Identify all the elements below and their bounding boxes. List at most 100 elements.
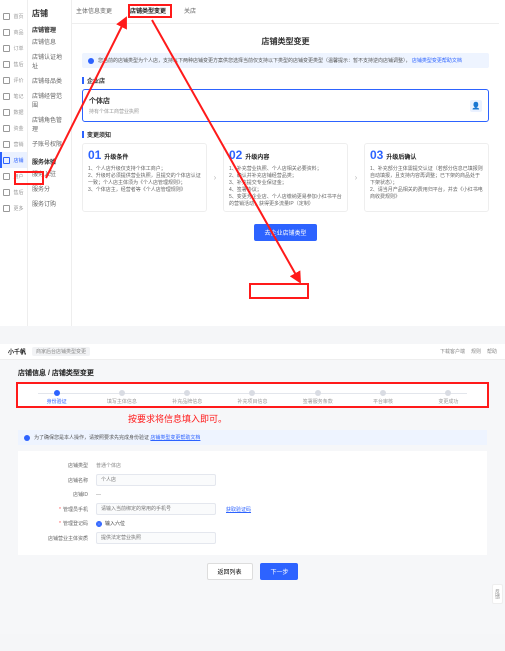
topbar-link[interactable]: 下载客户端 xyxy=(440,348,465,355)
topbar-link[interactable]: 规则 xyxy=(471,348,481,355)
sms-code-label: 管理登记码 xyxy=(18,520,96,527)
tab-2[interactable]: 关店 xyxy=(180,6,200,19)
chevron-right-icon: › xyxy=(352,143,360,212)
submenu-item[interactable]: 店铺认证地址 xyxy=(32,49,67,73)
fund-icon xyxy=(3,125,10,132)
stepper-step-4[interactable]: 签署服务条款 xyxy=(285,390,350,405)
left-rail: 首页商品订单售后评价笔记数据资金营销店铺用户售后更多 xyxy=(0,0,28,326)
order-icon xyxy=(3,45,10,52)
customer-icon xyxy=(3,173,10,180)
rail-item-store[interactable]: 店铺 xyxy=(0,152,27,168)
data-icon xyxy=(3,109,10,116)
license-input[interactable] xyxy=(96,532,216,544)
tabs: 主体信息变更店铺类型变更关店 xyxy=(72,0,499,24)
owner-phone-label: 管理员手机 xyxy=(18,506,96,513)
store-id-label: 店铺ID xyxy=(18,491,96,498)
section-enterprise: 企业店 xyxy=(82,76,489,85)
rail-item-comment[interactable]: 评价 xyxy=(0,72,27,88)
anno-caption: 按要求将信息填入即可。 xyxy=(128,412,227,425)
type-card-name: 个体店 xyxy=(89,96,482,106)
step-card-03: 03升级后确认1、补充部分主体需提交认证（若部分信息已填报则自动填报，且支持内容… xyxy=(364,143,489,212)
tab-0[interactable]: 主体信息变更 xyxy=(72,6,116,19)
submenu-group-2: 服务体验 xyxy=(32,157,67,166)
stepper-step-0[interactable]: 身份验证 xyxy=(24,390,89,405)
rail-item-data[interactable]: 数据 xyxy=(0,104,27,120)
bottom-screenshot: 小千帆 商家后台店铺类型变更 下载客户端规则帮助 店铺信息 / 店铺类型变更 身… xyxy=(0,344,505,634)
rail-item-after[interactable]: 售后 xyxy=(0,56,27,72)
step-card-01: 01升级条件1、个人店升级仅支持个体工商户； 2、升级时必须提供营业执照，且提交… xyxy=(82,143,207,212)
goods-icon xyxy=(3,29,10,36)
alert-text: 您当前的店铺类型为个人店，支持以下两种店铺变更方案供您选择当前仅支持以下类型的店… xyxy=(98,58,411,64)
back-button[interactable]: 返回列表 xyxy=(207,563,253,580)
submenu-item[interactable]: 店铺角色管理 xyxy=(32,112,67,136)
left-submenu: 店铺 店铺管理 店铺信息店铺认证地址店铺母品类店铺经营范围店铺角色管理子账号权限… xyxy=(28,0,72,326)
rail-item-note[interactable]: 笔记 xyxy=(0,88,27,104)
verify-alert: 为了确保您是本人操作，请按照要求先完成身份验证 店铺类型变更帮助文档 xyxy=(18,430,487,445)
service-icon xyxy=(3,189,10,196)
alert-help-link[interactable]: 店铺类型变更帮助文档 xyxy=(412,58,462,64)
stepper-step-3[interactable]: 补充项目信息 xyxy=(220,390,285,405)
tab-1[interactable]: 店铺类型变更 xyxy=(126,6,170,19)
topbar-crumb[interactable]: 商家后台店铺类型变更 xyxy=(32,347,90,356)
rail-item-order[interactable]: 订单 xyxy=(0,40,27,56)
store-icon xyxy=(3,157,10,164)
rail-item-goods[interactable]: 商品 xyxy=(0,24,27,40)
submenu-item[interactable]: 店铺信息 xyxy=(32,34,67,49)
next-button[interactable]: 下一步 xyxy=(260,563,298,580)
rail-item-customer[interactable]: 用户 xyxy=(0,168,27,184)
submenu-title: 店铺 xyxy=(32,8,67,19)
store-name-input[interactable] xyxy=(96,474,216,486)
feedback-tab[interactable]: 反馈 xyxy=(492,584,503,604)
stepper-step-2[interactable]: 补充品牌信息 xyxy=(155,390,220,405)
submenu-item[interactable]: 店铺母品类 xyxy=(32,73,67,88)
info-icon xyxy=(24,435,30,441)
rail-item-more[interactable]: 更多 xyxy=(0,200,27,216)
stepper-step-5[interactable]: 平台审核 xyxy=(350,390,415,405)
main-area: 主体信息变更店铺类型变更关店 店铺类型变更 您当前的店铺类型为个人店，支持以下两… xyxy=(72,0,499,322)
section-notice: 变更须知 xyxy=(82,130,489,139)
after-icon xyxy=(3,61,10,68)
store-id-value: — xyxy=(96,492,101,498)
stepper-step-1[interactable]: 填写主体信息 xyxy=(89,390,154,405)
breadcrumb: 店铺信息 / 店铺类型变更 xyxy=(18,368,487,378)
info-icon xyxy=(88,58,94,64)
store-type-label: 店铺类型 xyxy=(18,462,96,469)
page-title: 店铺类型变更 xyxy=(82,36,489,47)
go-enterprise-button[interactable]: 去企业店铺类型 xyxy=(254,224,316,241)
submenu-item[interactable]: 服务入驻 xyxy=(32,166,67,181)
stepper-step-6[interactable]: 变更成功 xyxy=(416,390,481,405)
stepper: 身份验证填写主体信息补充品牌信息补充项目信息签署服务条款平台审核变更成功 xyxy=(18,384,487,408)
note-icon xyxy=(3,93,10,100)
topbar: 小千帆 商家后台店铺类型变更 下载客户端规则帮助 xyxy=(0,344,505,360)
topbar-link[interactable]: 帮助 xyxy=(487,348,497,355)
rail-item-fund[interactable]: 资金 xyxy=(0,120,27,136)
rail-item-service[interactable]: 售后 xyxy=(0,184,27,200)
rail-item-dashboard[interactable]: 首页 xyxy=(0,8,27,24)
submenu-group-1: 店铺管理 xyxy=(32,25,67,34)
owner-phone-input[interactable] xyxy=(96,503,216,515)
brand-logo: 小千帆 xyxy=(8,347,26,356)
get-captcha-link[interactable]: 获取验证码 xyxy=(226,506,251,513)
chevron-right-icon: › xyxy=(211,143,219,212)
sms-radio[interactable]: 输入六位 xyxy=(96,520,125,527)
type-card-desc: 持有个体工商营业执照 xyxy=(89,108,482,115)
more-icon xyxy=(3,205,10,212)
submenu-item[interactable]: 子账号权限 xyxy=(32,136,67,151)
license-label: 店铺营业主体资质 xyxy=(18,535,96,542)
dashboard-icon xyxy=(3,13,10,20)
store-name-label: 店铺名称 xyxy=(18,477,96,484)
submenu-item[interactable]: 店铺经营范围 xyxy=(32,88,67,112)
person-icon: 👤 xyxy=(470,100,482,112)
comment-icon xyxy=(3,77,10,84)
top-screenshot: 首页商品订单售后评价笔记数据资金营销店铺用户售后更多 店铺 店铺管理 店铺信息店… xyxy=(0,0,505,326)
verify-alert-link[interactable]: 店铺类型变更帮助文档 xyxy=(150,435,200,441)
submenu-item[interactable]: 服务分 xyxy=(32,181,67,196)
info-alert: 您当前的店铺类型为个人店，支持以下两种店铺变更方案供您选择当前仅支持以下类型的店… xyxy=(82,53,489,68)
step-card-02: 02升级内容1、补充营业执照、个人店相关必要资料； 2、确认并补充店铺经营品类；… xyxy=(223,143,348,212)
verify-alert-text: 为了确保您是本人操作，请按照要求先完成身份验证 xyxy=(34,435,149,441)
marketing-icon xyxy=(3,141,10,148)
submenu-item[interactable]: 服务订购 xyxy=(32,196,67,211)
rail-item-marketing[interactable]: 营销 xyxy=(0,136,27,152)
store-type-card-individual[interactable]: 个体店 持有个体工商营业执照 👤 xyxy=(82,89,489,122)
store-type-value: 普通个体店 xyxy=(96,462,121,469)
